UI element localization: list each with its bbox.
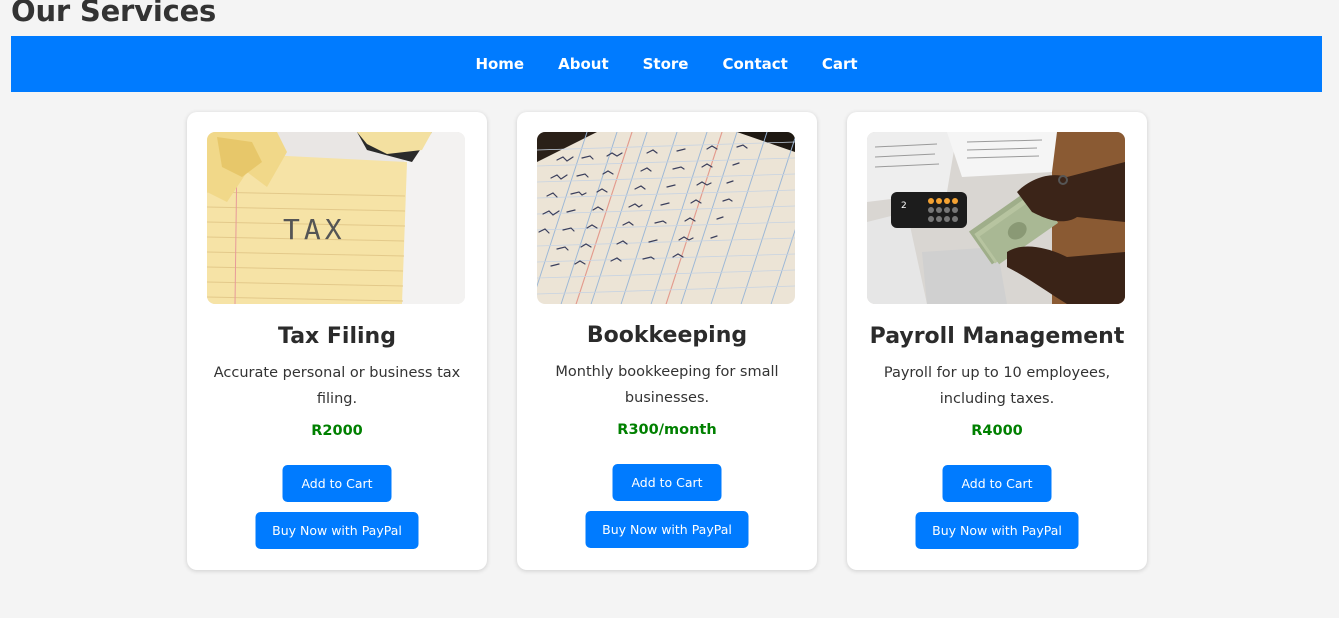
service-card-payroll-management: 2 Payroll Management Payroll for up to 1… [847,112,1147,570]
service-card-bookkeeping: Bookkeeping Monthly bookkeeping for smal… [517,112,817,570]
service-title: Bookkeeping [586,323,748,348]
service-price: R2000 [311,423,363,439]
service-description: Monthly bookkeeping for small businesses… [555,364,779,406]
page: Our Services Home About Store Contact Ca… [0,0,1339,618]
service-title: Tax Filing [278,324,396,349]
service-title: Payroll Management [869,324,1125,349]
service-price: R300/month [617,422,717,438]
tax-notepad-illustration: TAX [207,132,465,304]
add-to-cart-button[interactable]: Add to Cart [612,464,722,501]
service-price: R4000 [971,423,1023,439]
nav-link-store[interactable]: Store [643,55,689,73]
nav-link-contact[interactable]: Contact [722,55,787,73]
calculator-cash-illustration: 2 [867,132,1125,304]
service-description: Accurate personal or business tax filing… [213,365,461,407]
nav-link-about[interactable]: About [558,55,609,73]
buy-now-paypal-button[interactable]: Buy Now with PayPal [255,512,419,549]
service-card-tax-filing: TAX Tax Filing Accurate personal or busi… [187,112,487,570]
add-to-cart-button[interactable]: Add to Cart [942,465,1052,502]
main-navbar: Home About Store Contact Cart [11,36,1322,92]
ledger-illustration [537,132,795,304]
page-title: Our Services [11,0,217,28]
add-to-cart-button[interactable]: Add to Cart [282,465,392,502]
bookkeeping-image [537,132,795,304]
svg-text:2: 2 [901,201,907,211]
svg-text:TAX: TAX [283,213,346,246]
buy-now-paypal-button[interactable]: Buy Now with PayPal [585,511,749,548]
buy-now-paypal-button[interactable]: Buy Now with PayPal [915,512,1079,549]
tax-filing-image: TAX [207,132,465,304]
nav-link-home[interactable]: Home [475,55,524,73]
nav-link-cart[interactable]: Cart [822,55,858,73]
service-description: Payroll for up to 10 employees, includin… [883,365,1111,407]
payroll-image: 2 [867,132,1125,304]
